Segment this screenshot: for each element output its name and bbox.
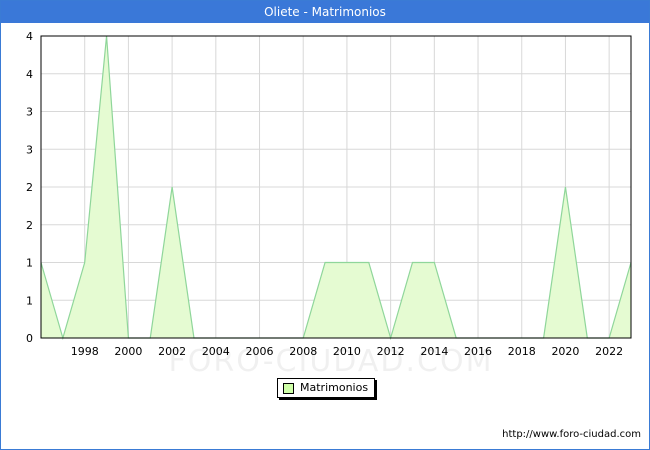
legend-swatch xyxy=(283,382,294,394)
x-tick-label: 2010 xyxy=(333,345,361,358)
data-point xyxy=(368,262,370,264)
x-tick-label: 1998 xyxy=(71,345,99,358)
x-tick-label: 2008 xyxy=(289,345,317,358)
y-tick-label: 0 xyxy=(26,332,33,345)
y-tick-label: 2 xyxy=(26,181,33,194)
y-tick-label: 1 xyxy=(26,294,33,307)
y-tick-label: 3 xyxy=(26,143,33,156)
x-tick-label: 2022 xyxy=(595,345,623,358)
chart-frame: Oliete - Matrimonios FORO-CIUDAD.COM 0 1 1 2… xyxy=(0,0,650,450)
source-url: http://www.foro-ciudad.com xyxy=(502,429,641,440)
x-tick-label: 2014 xyxy=(420,345,448,358)
x-tick-label: 2020 xyxy=(551,345,579,358)
data-point xyxy=(411,262,413,264)
data-point xyxy=(171,186,173,188)
x-tick-label: 2016 xyxy=(464,345,492,358)
data-point xyxy=(346,262,348,264)
legend-label: Matrimonios xyxy=(300,381,369,394)
y-tick-label: 4 xyxy=(26,30,33,43)
x-tick-label: 2012 xyxy=(377,345,405,358)
data-point xyxy=(433,262,435,264)
x-tick-label: 2004 xyxy=(202,345,230,358)
data-point xyxy=(324,262,326,264)
data-point xyxy=(84,262,86,264)
x-tick-label: 2018 xyxy=(508,345,536,358)
y-tick-label: 4 xyxy=(26,68,33,81)
y-tick-label: 3 xyxy=(26,106,33,119)
data-point xyxy=(564,186,566,188)
y-tick-label: 2 xyxy=(26,219,33,232)
legend: Matrimonios xyxy=(277,378,376,398)
x-tick-label: 2002 xyxy=(158,345,186,358)
y-tick-label: 1 xyxy=(26,257,33,270)
x-tick-label: 2000 xyxy=(114,345,142,358)
x-tick-label: 2006 xyxy=(246,345,274,358)
